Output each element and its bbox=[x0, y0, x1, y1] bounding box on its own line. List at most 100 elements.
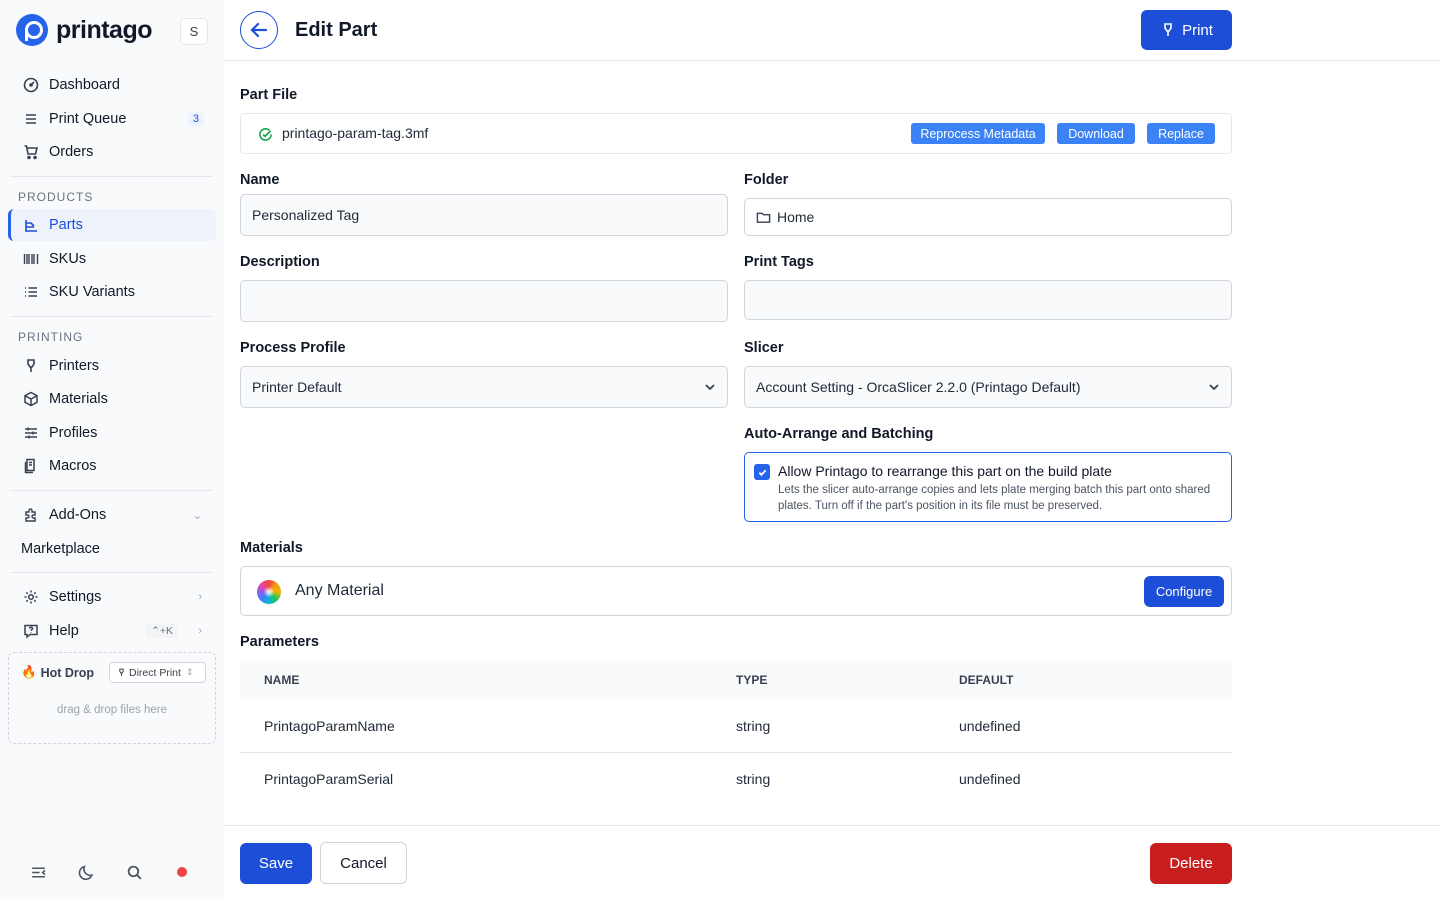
sidebar-item-sku-variants[interactable]: SKU Variants bbox=[10, 276, 216, 308]
help-shortcut: ⌃+K bbox=[146, 624, 178, 638]
gear-icon bbox=[22, 588, 40, 606]
folder-value: Home bbox=[777, 209, 815, 225]
hot-drop-mode-select[interactable]: Direct Print ⇕ bbox=[109, 662, 206, 683]
replace-button[interactable]: Replace bbox=[1147, 123, 1215, 144]
name-input-value: Personalized Tag bbox=[252, 207, 360, 223]
chevron-down-icon: ⌄ bbox=[192, 509, 202, 522]
table-row[interactable]: PrintagoParamSerial string undefined bbox=[240, 753, 1232, 806]
part-file-row: printago-param-tag.3mf Reprocess Metadat… bbox=[240, 113, 1232, 154]
parameters-table: NAME TYPE DEFAULT PrintagoParamName stri… bbox=[240, 660, 1232, 806]
description-label: Description bbox=[240, 254, 320, 270]
sidebar-item-label: Add-Ons bbox=[49, 507, 107, 523]
cube-icon bbox=[22, 390, 40, 408]
check-circle-icon bbox=[258, 127, 273, 142]
sidebar-item-label: SKU Variants bbox=[49, 284, 135, 300]
configure-materials-button[interactable]: Configure bbox=[1144, 576, 1224, 607]
cart-icon bbox=[22, 143, 40, 161]
puzzle-icon bbox=[22, 506, 40, 524]
sidebar-item-help[interactable]: Help ⌃+K › bbox=[10, 615, 216, 647]
sidebar-item-profiles[interactable]: Profiles bbox=[10, 417, 216, 449]
process-profile-value: Printer Default bbox=[252, 379, 342, 395]
sidebar-item-print-queue[interactable]: Print Queue 3 bbox=[10, 103, 216, 135]
arrow-left-icon bbox=[248, 19, 270, 41]
sidebar-item-label: Print Queue bbox=[49, 111, 127, 127]
sidebar-item-marketplace[interactable]: Marketplace bbox=[10, 533, 216, 565]
printer-icon bbox=[22, 357, 40, 375]
sidebar-divider bbox=[10, 176, 212, 177]
folder-label: Folder bbox=[744, 172, 789, 188]
column-header-name: NAME bbox=[264, 673, 300, 687]
delete-button[interactable]: Delete bbox=[1150, 843, 1232, 884]
name-input[interactable]: Personalized Tag bbox=[240, 194, 728, 236]
search-icon[interactable] bbox=[124, 862, 144, 882]
hot-drop-zone[interactable]: 🔥 Hot Drop Direct Print ⇕ drag & drop fi… bbox=[8, 652, 216, 744]
sidebar-item-label: Dashboard bbox=[49, 77, 120, 93]
sidebar-item-add-ons[interactable]: Add-Ons ⌄ bbox=[10, 499, 216, 531]
table-row[interactable]: PrintagoParamName string undefined bbox=[240, 700, 1232, 753]
print-tags-label: Print Tags bbox=[744, 254, 814, 270]
printago-logo-icon bbox=[16, 14, 48, 46]
sidebar-item-label: Materials bbox=[49, 391, 108, 407]
process-profile-select[interactable]: Printer Default bbox=[240, 366, 728, 408]
folder-icon bbox=[756, 210, 771, 225]
hot-drop-hint: drag & drop files here bbox=[57, 704, 167, 716]
save-button[interactable]: Save bbox=[240, 843, 312, 884]
queue-icon bbox=[22, 110, 40, 128]
auto-arrange-option: Allow Printago to rearrange this part on… bbox=[744, 452, 1232, 522]
sidebar-item-parts[interactable]: Parts bbox=[8, 209, 216, 241]
sidebar-item-label: Help bbox=[49, 623, 79, 639]
sidebar-item-macros[interactable]: Macros bbox=[10, 450, 216, 482]
param-name: PrintagoParamName bbox=[264, 718, 395, 734]
sidebar-item-settings[interactable]: Settings › bbox=[10, 581, 216, 613]
brand[interactable]: printago bbox=[16, 14, 153, 46]
sidebar-item-dashboard[interactable]: Dashboard bbox=[10, 69, 216, 101]
sliders-icon bbox=[22, 424, 40, 442]
app-root: printago S Dashboard Print Queue 3 Order… bbox=[0, 0, 1440, 900]
sidebar-item-printers[interactable]: Printers bbox=[10, 350, 216, 382]
column-header-default: DEFAULT bbox=[959, 673, 1014, 687]
slicer-select[interactable]: Account Setting - OrcaSlicer 2.2.0 (Prin… bbox=[744, 366, 1232, 408]
connection-status-icon bbox=[177, 867, 187, 877]
sidebar-item-orders[interactable]: Orders bbox=[10, 136, 216, 168]
chevron-down-icon bbox=[1207, 380, 1221, 394]
sidebar-item-materials[interactable]: Materials bbox=[10, 383, 216, 415]
form-footer: Save Cancel Delete bbox=[224, 825, 1440, 900]
moon-icon[interactable] bbox=[76, 862, 96, 882]
hot-drop-mode-label: Direct Print bbox=[129, 666, 181, 679]
reprocess-metadata-button[interactable]: Reprocess Metadata bbox=[911, 123, 1045, 144]
macro-icon bbox=[22, 457, 40, 475]
printer-icon bbox=[1160, 22, 1176, 38]
print-button-label: Print bbox=[1182, 21, 1213, 39]
part-file-name: printago-param-tag.3mf bbox=[282, 125, 429, 141]
page-title: Edit Part bbox=[295, 19, 378, 41]
collapse-sidebar-icon[interactable] bbox=[28, 862, 48, 882]
print-button[interactable]: Print bbox=[1141, 10, 1232, 50]
table-header: NAME TYPE DEFAULT bbox=[240, 660, 1232, 700]
folder-select[interactable]: Home bbox=[744, 198, 1232, 236]
hot-drop-title: 🔥 Hot Drop bbox=[21, 665, 94, 680]
chevron-right-icon: › bbox=[198, 591, 202, 603]
param-type: string bbox=[736, 718, 771, 734]
sidebar-divider bbox=[10, 490, 212, 491]
back-button[interactable] bbox=[240, 11, 278, 49]
description-input[interactable] bbox=[240, 280, 728, 322]
slicer-value: Account Setting - OrcaSlicer 2.2.0 (Prin… bbox=[756, 379, 1081, 395]
cancel-button[interactable]: Cancel bbox=[320, 842, 407, 884]
auto-arrange-checkbox[interactable] bbox=[754, 464, 770, 480]
param-default: undefined bbox=[959, 718, 1021, 734]
workspace-switcher-button[interactable]: S bbox=[180, 18, 208, 45]
parts-icon bbox=[22, 216, 40, 234]
help-icon bbox=[22, 622, 40, 640]
part-file-label: Part File bbox=[240, 87, 298, 103]
sidebar-item-label: Marketplace bbox=[21, 541, 100, 557]
download-button[interactable]: Download bbox=[1057, 123, 1135, 144]
checkmark-icon bbox=[757, 467, 768, 478]
print-tags-input[interactable] bbox=[744, 280, 1232, 320]
param-type: string bbox=[736, 771, 771, 787]
dashboard-icon bbox=[22, 76, 40, 94]
sidebar-item-label: Orders bbox=[49, 144, 94, 160]
sidebar-item-skus[interactable]: SKUs bbox=[10, 243, 216, 275]
products-section-label: PRODUCTS bbox=[18, 190, 94, 204]
name-label: Name bbox=[240, 172, 280, 188]
page-header: Edit Part Print bbox=[224, 0, 1440, 61]
